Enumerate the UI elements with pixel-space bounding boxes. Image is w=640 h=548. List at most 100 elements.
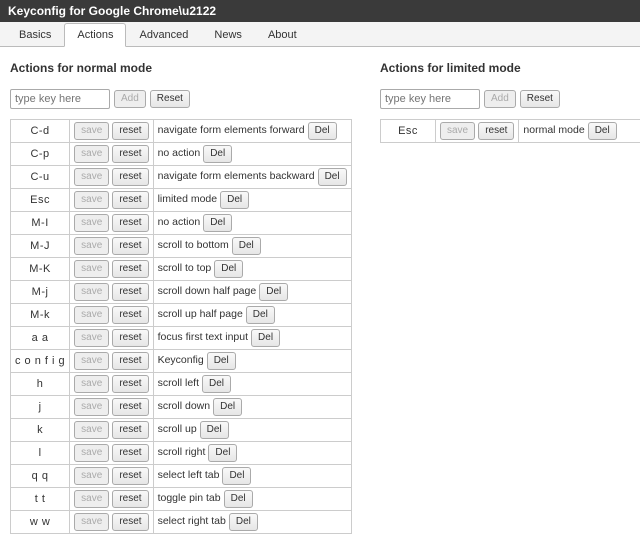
row-reset-button[interactable]: reset <box>112 421 148 439</box>
key-cell: C-u <box>11 166 70 189</box>
save-button[interactable]: save <box>74 329 109 347</box>
del-button[interactable]: Del <box>213 398 242 416</box>
key-buttons-cell: save reset <box>70 189 153 212</box>
action-cell: normal modeDel <box>519 120 640 143</box>
action-cell: no actionDel <box>153 143 351 166</box>
row-reset-button[interactable]: reset <box>112 306 148 324</box>
key-buttons-cell: save reset <box>70 281 153 304</box>
action-label: no action <box>158 147 201 159</box>
save-button[interactable]: save <box>74 145 109 163</box>
normal-add-button[interactable]: Add <box>114 90 146 108</box>
tab-about[interactable]: About <box>255 23 310 47</box>
row-reset-button[interactable]: reset <box>112 490 148 508</box>
row-reset-button[interactable]: reset <box>112 122 148 140</box>
row-reset-button[interactable]: reset <box>112 214 148 232</box>
del-button[interactable]: Del <box>222 467 251 485</box>
del-button[interactable]: Del <box>588 122 617 140</box>
key-cell: M-k <box>11 304 70 327</box>
del-button[interactable]: Del <box>203 214 232 232</box>
save-button[interactable]: save <box>74 444 109 462</box>
row-reset-button[interactable]: reset <box>112 237 148 255</box>
tab-basics[interactable]: Basics <box>6 23 64 47</box>
del-button[interactable]: Del <box>224 490 253 508</box>
save-button[interactable]: save <box>74 352 109 370</box>
limited-key-input[interactable] <box>380 89 480 109</box>
save-button[interactable]: save <box>74 168 109 186</box>
row-reset-button[interactable]: reset <box>112 191 148 209</box>
action-cell: limited modeDel <box>153 189 351 212</box>
action-label: scroll up half page <box>158 308 243 320</box>
save-button[interactable]: save <box>74 283 109 301</box>
action-cell: navigate form elements backwardDel <box>153 166 351 189</box>
del-button[interactable]: Del <box>202 375 231 393</box>
save-button[interactable]: save <box>74 214 109 232</box>
row-reset-button[interactable]: reset <box>112 513 148 531</box>
key-buttons-cell: save reset <box>70 396 153 419</box>
row-reset-button[interactable]: reset <box>112 375 148 393</box>
del-button[interactable]: Del <box>232 237 261 255</box>
row-reset-button[interactable]: reset <box>478 122 514 140</box>
key-buttons-cell: save reset <box>70 327 153 350</box>
table-row: Escsave resetlimited modeDel <box>11 189 352 212</box>
tab-actions[interactable]: Actions <box>64 23 126 47</box>
save-button[interactable]: save <box>74 191 109 209</box>
row-reset-button[interactable]: reset <box>112 283 148 301</box>
row-reset-button[interactable]: reset <box>112 168 148 186</box>
limited-reset-button[interactable]: Reset <box>520 90 560 108</box>
save-button[interactable]: save <box>74 306 109 324</box>
del-button[interactable]: Del <box>251 329 280 347</box>
key-buttons-cell: save reset <box>70 373 153 396</box>
save-button[interactable]: save <box>74 260 109 278</box>
del-button[interactable]: Del <box>246 306 275 324</box>
row-reset-button[interactable]: reset <box>112 145 148 163</box>
action-cell: scroll leftDel <box>153 373 351 396</box>
del-button[interactable]: Del <box>259 283 288 301</box>
table-row: C-dsave resetnavigate form elements forw… <box>11 120 352 143</box>
table-row: M-ksave reset scroll up half pageDel <box>11 304 352 327</box>
table-row: a asave resetfocus first text inputDel <box>11 327 352 350</box>
del-button[interactable]: Del <box>207 352 236 370</box>
action-label: scroll up <box>158 423 197 435</box>
row-reset-button[interactable]: reset <box>112 467 148 485</box>
save-button[interactable]: save <box>74 122 109 140</box>
key-cell: j <box>11 396 70 419</box>
row-reset-button[interactable]: reset <box>112 352 148 370</box>
save-button[interactable]: save <box>74 237 109 255</box>
del-button[interactable]: Del <box>318 168 347 186</box>
row-reset-button[interactable]: reset <box>112 329 148 347</box>
del-button[interactable]: Del <box>200 421 229 439</box>
key-cell: C-p <box>11 143 70 166</box>
key-buttons-cell: save reset <box>70 465 153 488</box>
save-button[interactable]: save <box>74 375 109 393</box>
save-button[interactable]: save <box>74 490 109 508</box>
key-cell: M-J <box>11 235 70 258</box>
key-buttons-cell: save reset <box>436 120 519 143</box>
del-button[interactable]: Del <box>229 513 258 531</box>
del-button[interactable]: Del <box>214 260 243 278</box>
del-button[interactable]: Del <box>308 122 337 140</box>
limited-add-button[interactable]: Add <box>484 90 516 108</box>
row-reset-button[interactable]: reset <box>112 260 148 278</box>
tab-advanced[interactable]: Advanced <box>126 23 201 47</box>
save-button[interactable]: save <box>440 122 475 140</box>
del-button[interactable]: Del <box>208 444 237 462</box>
action-cell: scroll up half pageDel <box>153 304 351 327</box>
row-reset-button[interactable]: reset <box>112 398 148 416</box>
del-button[interactable]: Del <box>203 145 232 163</box>
key-cell: q q <box>11 465 70 488</box>
table-row: C-usave reset navigate form elements back… <box>11 166 352 189</box>
del-button[interactable]: Del <box>220 191 249 209</box>
table-row: t tsave resettoggle pin tabDel <box>11 488 352 511</box>
action-cell: scroll downDel <box>153 396 351 419</box>
normal-key-input[interactable] <box>10 89 110 109</box>
save-button[interactable]: save <box>74 467 109 485</box>
row-reset-button[interactable]: reset <box>112 444 148 462</box>
normal-reset-button[interactable]: Reset <box>150 90 190 108</box>
key-buttons-cell: save reset <box>70 488 153 511</box>
table-row: M-Jsave resetscroll to bottomDel <box>11 235 352 258</box>
save-button[interactable]: save <box>74 421 109 439</box>
save-button[interactable]: save <box>74 513 109 531</box>
action-label: no action <box>158 216 201 228</box>
tab-news[interactable]: News <box>201 23 255 47</box>
save-button[interactable]: save <box>74 398 109 416</box>
